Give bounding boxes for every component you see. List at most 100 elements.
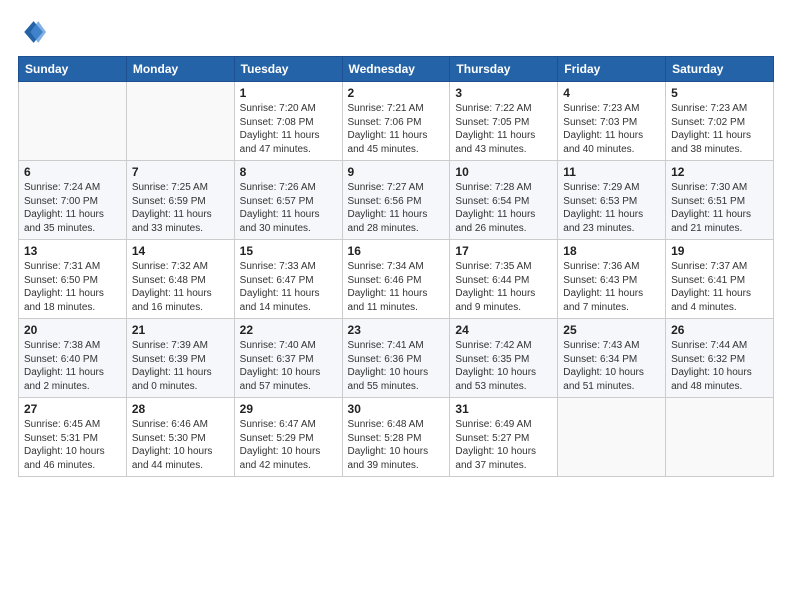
calendar-cell: 10Sunrise: 7:28 AM Sunset: 6:54 PM Dayli… (450, 161, 558, 240)
day-info: Sunrise: 6:49 AM Sunset: 5:27 PM Dayligh… (455, 418, 552, 472)
calendar-week-row: 20 Sunrise: 7:38 AM Sunset: 6:40 PM Dayli… (19, 319, 774, 398)
calendar-cell: 18 Sunrise: 7:36 AM Sunset: 6:43 PM Dayli… (558, 240, 666, 319)
calendar-cell: 4 Sunrise: 7:23 AM Sunset: 7:03 PM Daylig… (558, 82, 666, 161)
calendar-cell: 9 Sunrise: 7:27 AM Sunset: 6:56 PM Daylig… (342, 161, 450, 240)
logo (18, 18, 50, 46)
day-info: Sunrise: 7:28 AM Sunset: 6:54 PM Dayligh… (455, 181, 552, 235)
day-info: Sunrise: 7:24 AM Sunset: 7:00 PM Dayligh… (24, 181, 121, 235)
calendar-header-row: SundayMondayTuesdayWednesdayThursdayFrid… (19, 57, 774, 82)
day-number: 13 (24, 244, 121, 258)
day-info: Sunrise: 7:31 AM Sunset: 6:50 PM Dayligh… (24, 260, 121, 314)
day-info: Sunrise: 6:46 AM Sunset: 5:30 PM Dayligh… (132, 418, 229, 472)
calendar-cell: 31Sunrise: 6:49 AM Sunset: 5:27 PM Dayli… (450, 398, 558, 477)
calendar-cell: 19 Sunrise: 7:37 AM Sunset: 6:41 PM Dayli… (666, 240, 774, 319)
day-info: Sunrise: 7:20 AM Sunset: 7:08 PM Dayligh… (240, 102, 337, 156)
day-number: 27 (24, 402, 121, 416)
day-number: 19 (671, 244, 768, 258)
calendar-week-row: 27Sunrise: 6:45 AM Sunset: 5:31 PM Dayli… (19, 398, 774, 477)
day-number: 9 (348, 165, 445, 179)
day-info: Sunrise: 6:47 AM Sunset: 5:29 PM Dayligh… (240, 418, 337, 472)
day-number: 11 (563, 165, 660, 179)
calendar-cell (666, 398, 774, 477)
calendar-cell: 20 Sunrise: 7:38 AM Sunset: 6:40 PM Dayli… (19, 319, 127, 398)
day-info: Sunrise: 7:35 AM Sunset: 6:44 PM Dayligh… (455, 260, 552, 314)
day-number: 18 (563, 244, 660, 258)
day-number: 28 (132, 402, 229, 416)
day-info: Sunrise: 7:30 AM Sunset: 6:51 PM Dayligh… (671, 181, 768, 235)
day-number: 23 (348, 323, 445, 337)
calendar-cell (558, 398, 666, 477)
calendar-cell: 13 Sunrise: 7:31 AM Sunset: 6:50 PM Dayli… (19, 240, 127, 319)
day-number: 29 (240, 402, 337, 416)
day-number: 12 (671, 165, 768, 179)
day-info: Sunrise: 7:42 AM Sunset: 6:35 PM Dayligh… (455, 339, 552, 393)
calendar-cell: 24 Sunrise: 7:42 AM Sunset: 6:35 PM Dayli… (450, 319, 558, 398)
day-number: 4 (563, 86, 660, 100)
calendar-cell: 17 Sunrise: 7:35 AM Sunset: 6:44 PM Dayli… (450, 240, 558, 319)
calendar-cell: 22Sunrise: 7:40 AM Sunset: 6:37 PM Dayli… (234, 319, 342, 398)
calendar-cell: 8Sunrise: 7:26 AM Sunset: 6:57 PM Daylig… (234, 161, 342, 240)
calendar-cell: 16Sunrise: 7:34 AM Sunset: 6:46 PM Dayli… (342, 240, 450, 319)
day-info: Sunrise: 6:48 AM Sunset: 5:28 PM Dayligh… (348, 418, 445, 472)
day-info: Sunrise: 7:43 AM Sunset: 6:34 PM Dayligh… (563, 339, 660, 393)
calendar-cell: 3 Sunrise: 7:22 AM Sunset: 7:05 PM Daylig… (450, 82, 558, 161)
calendar-cell: 1Sunrise: 7:20 AM Sunset: 7:08 PM Daylig… (234, 82, 342, 161)
calendar-cell: 29 Sunrise: 6:47 AM Sunset: 5:29 PM Dayli… (234, 398, 342, 477)
day-number: 30 (348, 402, 445, 416)
calendar-week-row: 13 Sunrise: 7:31 AM Sunset: 6:50 PM Dayli… (19, 240, 774, 319)
calendar-header-saturday: Saturday (666, 57, 774, 82)
calendar-table: SundayMondayTuesdayWednesdayThursdayFrid… (18, 56, 774, 477)
day-info: Sunrise: 7:37 AM Sunset: 6:41 PM Dayligh… (671, 260, 768, 314)
day-info: Sunrise: 7:27 AM Sunset: 6:56 PM Dayligh… (348, 181, 445, 235)
calendar-header-wednesday: Wednesday (342, 57, 450, 82)
day-info: Sunrise: 7:41 AM Sunset: 6:36 PM Dayligh… (348, 339, 445, 393)
calendar-cell: 25 Sunrise: 7:43 AM Sunset: 6:34 PM Dayli… (558, 319, 666, 398)
calendar-cell: 2Sunrise: 7:21 AM Sunset: 7:06 PM Daylig… (342, 82, 450, 161)
logo-icon (18, 18, 46, 46)
day-info: Sunrise: 7:36 AM Sunset: 6:43 PM Dayligh… (563, 260, 660, 314)
day-info: Sunrise: 7:29 AM Sunset: 6:53 PM Dayligh… (563, 181, 660, 235)
day-number: 20 (24, 323, 121, 337)
calendar-header-tuesday: Tuesday (234, 57, 342, 82)
day-number: 14 (132, 244, 229, 258)
calendar-cell: 7Sunrise: 7:25 AM Sunset: 6:59 PM Daylig… (126, 161, 234, 240)
calendar-header-sunday: Sunday (19, 57, 127, 82)
day-info: Sunrise: 7:39 AM Sunset: 6:39 PM Dayligh… (132, 339, 229, 393)
calendar-cell (19, 82, 127, 161)
calendar-cell: 26Sunrise: 7:44 AM Sunset: 6:32 PM Dayli… (666, 319, 774, 398)
calendar-header-thursday: Thursday (450, 57, 558, 82)
calendar-cell: 30 Sunrise: 6:48 AM Sunset: 5:28 PM Dayli… (342, 398, 450, 477)
day-info: Sunrise: 7:25 AM Sunset: 6:59 PM Dayligh… (132, 181, 229, 235)
calendar-week-row: 6 Sunrise: 7:24 AM Sunset: 7:00 PM Daylig… (19, 161, 774, 240)
calendar-cell: 28 Sunrise: 6:46 AM Sunset: 5:30 PM Dayli… (126, 398, 234, 477)
day-info: Sunrise: 7:21 AM Sunset: 7:06 PM Dayligh… (348, 102, 445, 156)
day-info: Sunrise: 7:23 AM Sunset: 7:03 PM Dayligh… (563, 102, 660, 156)
day-number: 6 (24, 165, 121, 179)
calendar-cell: 23 Sunrise: 7:41 AM Sunset: 6:36 PM Dayli… (342, 319, 450, 398)
day-number: 24 (455, 323, 552, 337)
calendar-cell: 12 Sunrise: 7:30 AM Sunset: 6:51 PM Dayli… (666, 161, 774, 240)
day-number: 5 (671, 86, 768, 100)
day-info: Sunrise: 7:40 AM Sunset: 6:37 PM Dayligh… (240, 339, 337, 393)
day-number: 21 (132, 323, 229, 337)
day-info: Sunrise: 7:32 AM Sunset: 6:48 PM Dayligh… (132, 260, 229, 314)
day-info: Sunrise: 7:23 AM Sunset: 7:02 PM Dayligh… (671, 102, 768, 156)
day-number: 3 (455, 86, 552, 100)
calendar-cell (126, 82, 234, 161)
calendar-week-row: 1Sunrise: 7:20 AM Sunset: 7:08 PM Daylig… (19, 82, 774, 161)
day-info: Sunrise: 7:33 AM Sunset: 6:47 PM Dayligh… (240, 260, 337, 314)
day-info: Sunrise: 7:22 AM Sunset: 7:05 PM Dayligh… (455, 102, 552, 156)
day-number: 25 (563, 323, 660, 337)
day-info: Sunrise: 7:38 AM Sunset: 6:40 PM Dayligh… (24, 339, 121, 393)
page: SundayMondayTuesdayWednesdayThursdayFrid… (0, 0, 792, 612)
calendar-cell: 14 Sunrise: 7:32 AM Sunset: 6:48 PM Dayli… (126, 240, 234, 319)
day-info: Sunrise: 7:26 AM Sunset: 6:57 PM Dayligh… (240, 181, 337, 235)
day-number: 17 (455, 244, 552, 258)
calendar-cell: 6 Sunrise: 7:24 AM Sunset: 7:00 PM Daylig… (19, 161, 127, 240)
day-info: Sunrise: 7:44 AM Sunset: 6:32 PM Dayligh… (671, 339, 768, 393)
calendar-cell: 11 Sunrise: 7:29 AM Sunset: 6:53 PM Dayli… (558, 161, 666, 240)
calendar-header-monday: Monday (126, 57, 234, 82)
day-number: 15 (240, 244, 337, 258)
header (18, 18, 774, 46)
day-info: Sunrise: 7:34 AM Sunset: 6:46 PM Dayligh… (348, 260, 445, 314)
